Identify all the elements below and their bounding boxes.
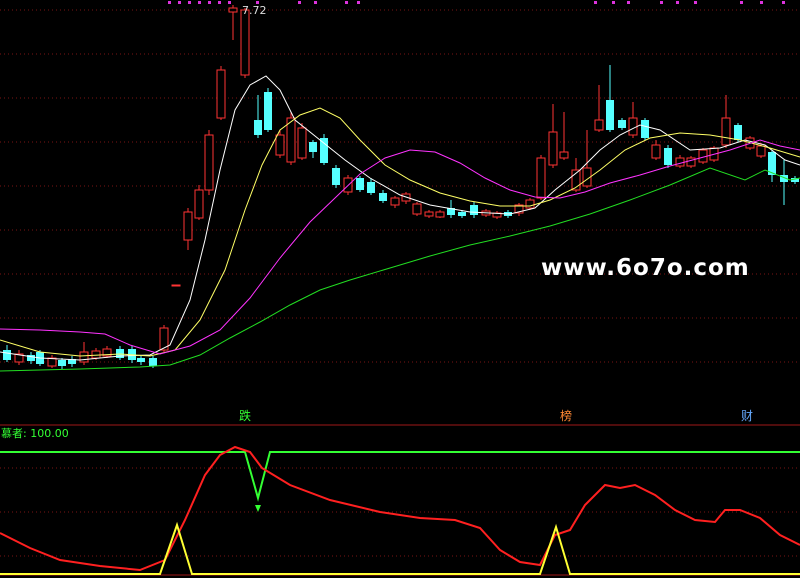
candle-body [412,203,422,215]
candle-body [264,92,272,130]
candle-body [171,284,181,287]
grid [0,9,800,576]
candle-body [675,157,685,167]
indicator-curve [0,445,800,572]
candle-body [216,69,226,119]
candle-body [606,100,614,130]
candle-body [3,350,11,360]
candle-body [228,7,238,13]
candle-body [254,120,262,135]
top-dot [660,1,663,4]
candle-body [194,189,204,219]
top-dot [345,1,348,4]
candle-body [721,117,731,146]
top-dot [208,1,211,4]
candle-body [297,127,307,159]
candle-body [470,205,478,215]
candle-body [618,120,626,128]
top-dot [740,1,743,4]
indicator-panel [0,445,800,575]
indicator-name: 慕者: [1,427,27,440]
candle-body [548,131,558,166]
candle-body [390,197,400,206]
candle-body [183,211,193,241]
candle-body [424,211,434,217]
indicator-level-line [0,451,800,502]
top-dot [198,1,201,4]
top-dot [168,1,171,4]
candle-body [58,360,66,366]
top-dot [694,1,697,4]
candle-body [332,168,340,185]
candle-body [594,119,604,131]
top-dot [357,1,360,4]
candle-body [320,138,328,163]
indicator-title: 慕者: 100.00 [1,428,69,440]
top-dot [627,1,630,4]
moving-average-lines [0,75,800,372]
candle-body [367,182,375,193]
candles [3,5,799,369]
chart-canvas [0,1,800,576]
candle-body [309,142,317,152]
candle-body [651,144,661,159]
indicator-spike-line [0,521,800,575]
top-dot [676,1,679,4]
event-marker-cai[interactable]: 财 [741,410,753,422]
candle-body [756,145,766,157]
candle-body [536,157,546,199]
candle-body [356,178,364,190]
top-dot [314,1,317,4]
candle-body [559,151,569,159]
candle-body [734,125,742,140]
candle-body [79,351,89,363]
top-dot [228,1,231,4]
candle-body [664,148,672,165]
watermark: www.6o7o.com [541,255,750,281]
candle-body [286,117,296,163]
top-dot [298,1,301,4]
indicator-value: 100.00 [30,427,69,440]
top-dot [612,1,615,4]
candle-body [204,134,214,191]
event-marker-die[interactable]: 跌 [239,410,251,422]
top-dot [178,1,181,4]
ma-line-ma-medium [0,107,800,357]
candle-body [91,350,101,359]
top-dot [594,1,597,4]
event-marker-bang[interactable]: 榜 [560,410,572,422]
candle-body [641,120,649,138]
candle-body [275,134,285,156]
candle-body [379,193,387,201]
candle-body [458,212,466,216]
ma-line-ma-long [0,139,800,355]
candle-body [240,9,250,76]
candle-body [628,117,638,136]
ma-line-ma-short [0,75,800,361]
top-dot [760,1,763,4]
high-price-label: 7.72 [242,4,267,17]
indicator-down-arrow [255,505,261,512]
candle-body [149,358,157,366]
top-dot [218,1,221,4]
candle-body [137,358,145,362]
top-dot [782,1,785,4]
candle-body [435,211,445,218]
candle-body [525,199,535,209]
top-dot [188,1,191,4]
